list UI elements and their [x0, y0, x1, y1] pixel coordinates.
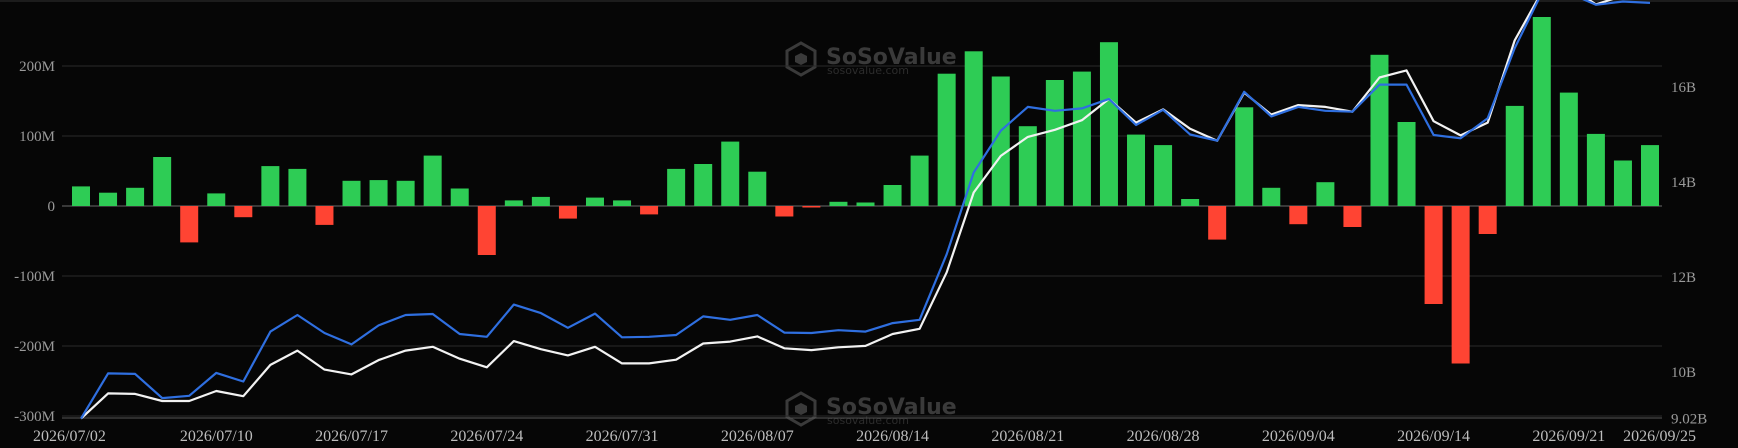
flow-bar: [1478, 206, 1497, 234]
right-tick-label: 9.02B: [1671, 412, 1707, 428]
flow-bar: [180, 206, 199, 243]
flow-bar: [261, 166, 280, 206]
flow-bar: [585, 197, 604, 206]
flow-bar: [342, 180, 361, 206]
flow-bar: [1424, 206, 1443, 304]
flow-bar: [694, 164, 713, 206]
flow-bar: [1451, 206, 1470, 364]
x-tick-label: 2026/08/14: [856, 428, 929, 445]
flow-bar: [558, 206, 577, 219]
x-tick-label: 2026/09/14: [1397, 428, 1470, 445]
left-tick-label: -300M: [14, 409, 55, 425]
flow-bar: [829, 201, 848, 206]
flow-bar: [1613, 160, 1632, 206]
x-tick-label: 2026/09/21: [1532, 428, 1605, 445]
x-tick-label: 2026/08/28: [1127, 428, 1200, 445]
flow-bar: [1397, 122, 1416, 206]
flow-bar: [1343, 206, 1362, 227]
flow-bar: [531, 196, 550, 206]
flow-bar: [721, 141, 740, 206]
flow-bar: [1505, 105, 1524, 206]
left-tick-label: 100M: [19, 129, 55, 145]
x-tick-label: 2026/07/17: [315, 428, 388, 445]
flow-bar: [1181, 199, 1200, 206]
flow-bar: [207, 193, 226, 206]
flow-bar: [423, 155, 442, 206]
left-tick-label: -100M: [14, 269, 55, 285]
flow-bar: [1045, 80, 1064, 206]
flow-bar: [1641, 145, 1659, 206]
x-tick-label: 2026/07/31: [586, 428, 659, 445]
flow-bar: [369, 180, 388, 206]
flow-bar: [613, 200, 632, 206]
flow-bar: [1316, 182, 1335, 206]
flow-bar: [504, 200, 523, 206]
left-tick-label: 0: [48, 199, 56, 215]
flow-bar: [1154, 145, 1173, 206]
flow-bar: [883, 185, 902, 206]
flow-bar: [315, 206, 334, 225]
flow-bar: [99, 192, 118, 206]
flow-bar: [640, 206, 659, 215]
fund-flow-chart: SoSoValue sosovalue.com SoSoValue sosova…: [0, 0, 1738, 448]
flow-bar: [1532, 17, 1551, 206]
left-tick-label: -200M: [14, 339, 55, 355]
left-tick-label: 200M: [19, 59, 55, 75]
x-tick-label: 2026/07/24: [450, 428, 523, 445]
flow-bar: [802, 206, 821, 208]
right-tick-label: 12B: [1671, 270, 1696, 286]
x-tick-label: 2026/09/25: [1623, 428, 1696, 445]
flow-bar: [937, 73, 956, 206]
right-tick-label: 14B: [1671, 175, 1696, 191]
flow-bar: [667, 168, 686, 206]
flow-bar: [910, 155, 929, 206]
x-tick-label: 2026/08/07: [721, 428, 794, 445]
flow-bar: [856, 202, 875, 206]
flow-bar: [1262, 187, 1281, 206]
flow-bar: [288, 168, 307, 206]
flow-bar: [1289, 206, 1308, 225]
flow-bar: [775, 206, 794, 217]
flow-bar: [1208, 206, 1227, 240]
flow-bar: [396, 180, 415, 206]
flow-bar: [450, 188, 469, 206]
flow-bar: [1072, 71, 1091, 206]
flow-bar: [126, 187, 145, 206]
flow-bar: [1235, 107, 1254, 206]
right-tick-label: 16B: [1671, 80, 1696, 96]
flow-bar: [1099, 42, 1118, 207]
x-tick-label: 2026/07/10: [180, 428, 253, 445]
flow-bar: [1559, 92, 1578, 206]
x-tick-label: 2026/09/04: [1262, 428, 1335, 445]
flow-bar: [748, 171, 767, 206]
flow-bar: [1127, 134, 1146, 206]
flow-bar: [477, 206, 496, 255]
x-tick-label: 2026/08/21: [991, 428, 1064, 445]
flow-bar: [234, 206, 253, 218]
flow-bar: [1586, 133, 1605, 206]
x-tick-label: 2026/07/02: [33, 428, 106, 445]
flow-bar: [153, 157, 172, 206]
right-tick-label: 10B: [1671, 365, 1696, 381]
flow-bar: [72, 186, 90, 206]
